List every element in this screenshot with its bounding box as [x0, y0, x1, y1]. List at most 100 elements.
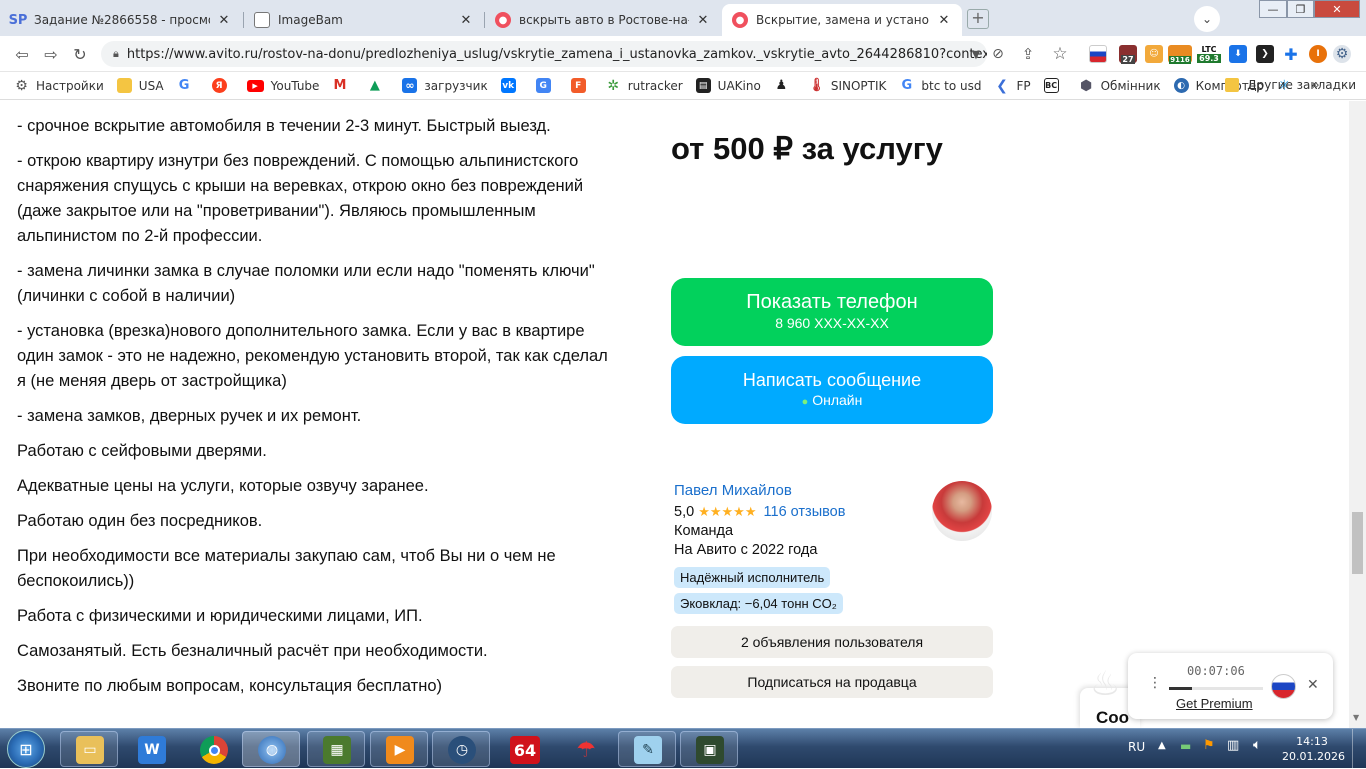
minimize-icon[interactable]: — — [1259, 0, 1287, 18]
ltc-ticker-icon[interactable]: LTC 69.3 — [1197, 45, 1221, 63]
seller-info: Павел Михайлов 5,0 ★★★★★ 116 отзывов Ком… — [674, 481, 845, 560]
taskbar-monitor[interactable]: ▣ — [680, 731, 738, 767]
site-permissions-icon[interactable]: ⊘ — [988, 44, 1008, 64]
scrollbar-thumb[interactable] — [1352, 512, 1363, 574]
tab-close-icon[interactable]: ✕ — [936, 13, 952, 28]
other-bookmarks[interactable]: Другие закладки — [1225, 78, 1356, 92]
reload-icon[interactable]: ↻ — [70, 44, 90, 64]
terminal-extension-icon[interactable]: ❯ — [1256, 45, 1274, 63]
taskbar-app-green[interactable]: ▦ — [307, 731, 365, 767]
tab-close-icon[interactable]: ✕ — [458, 13, 474, 28]
tab-close-icon[interactable]: ✕ — [216, 13, 232, 28]
new-tab-button[interactable]: + — [967, 9, 989, 29]
taskbar-media[interactable]: ▶ — [370, 731, 428, 767]
taskbar-chrome[interactable] — [184, 731, 242, 767]
taskbar-explorer[interactable]: ▭ — [60, 731, 118, 767]
scroll-down-arrow-icon[interactable]: ▼ — [1353, 713, 1359, 722]
start-button-icon[interactable]: ⊞ — [7, 730, 45, 768]
forward-arrow-icon[interactable]: ⇨ — [41, 44, 61, 64]
bookmark-google[interactable]: G — [177, 78, 199, 93]
url-dropdown-icon[interactable]: ▼ — [966, 44, 986, 64]
seller-name[interactable]: Павел Михайлов — [674, 481, 845, 501]
ltc-label: LTC — [1201, 45, 1217, 54]
taskbar-notes[interactable]: ✎ — [618, 731, 676, 767]
bookmark-gmail[interactable]: M — [332, 78, 354, 93]
tab-search-chevron-icon[interactable]: ⌄ — [1194, 6, 1220, 32]
bookmark-yandex[interactable]: Я — [211, 78, 234, 93]
reliable-badge[interactable]: Надёжный исполнитель — [674, 567, 831, 588]
bookmark-fp[interactable]: ❮ FP — [994, 78, 1031, 94]
tab-close-icon[interactable]: ✕ — [695, 13, 711, 28]
extensions-puzzle-icon[interactable]: ✚ — [1282, 45, 1300, 64]
bookmark-uakino[interactable]: ▤ UAKino — [695, 78, 761, 93]
tray-app-icon[interactable]: ▬ — [1180, 739, 1191, 753]
seller-avatar[interactable] — [932, 481, 992, 541]
tab-search[interactable]: ● вскрыть авто в Ростове-на-Дону ✕ — [485, 4, 721, 36]
bookmark-sinoptik[interactable]: 🌡︎ SINOPTIK — [808, 78, 886, 93]
taskbar-umbrella[interactable]: ☂ — [556, 731, 614, 767]
rutracker-icon: ✲ — [607, 77, 620, 94]
play-icon: ▶ — [386, 736, 414, 764]
language-indicator[interactable]: RU — [1128, 740, 1145, 754]
bookmark-btc[interactable]: Gbtc to usd — [899, 78, 982, 93]
tray-flag-icon[interactable]: ⚑ — [1203, 738, 1215, 753]
progress-track[interactable] — [1169, 687, 1263, 690]
bitcoin-icon[interactable]: 9116 — [1168, 45, 1192, 64]
show-phone-button[interactable]: Показать телефон 8 960 XXX-XX-XX — [671, 278, 993, 346]
bookmark-vk[interactable]: vk — [500, 78, 523, 93]
bookmark-bc[interactable]: BC — [1043, 78, 1066, 93]
tab-zadanie[interactable]: SP Задание №2866558 - просмотр з ✕ — [0, 4, 242, 36]
russia-flag-icon[interactable] — [1271, 674, 1296, 699]
bookmark-usa[interactable]: USA — [116, 78, 164, 93]
bookmark-exchanger[interactable]: ⬢ Обмінник — [1079, 78, 1161, 94]
write-message-label: Написать сообщение — [742, 370, 922, 390]
seller-reviews-link[interactable]: 116 отзывов — [764, 504, 846, 520]
russia-flag-icon[interactable] — [1089, 45, 1107, 63]
bookmark-person[interactable]: ♟ — [774, 78, 796, 93]
settings-gear-icon[interactable]: ⚙ — [1333, 45, 1351, 63]
tray-expand-icon[interactable]: ▲ — [1158, 740, 1166, 751]
bookmark-loader[interactable]: ∞ загрузчик — [402, 78, 488, 93]
eco-badge[interactable]: Эковклад: −6,04 тонн CO₂ — [674, 593, 843, 614]
taskbar-clock[interactable]: ◷ — [432, 731, 490, 767]
bookmark-drive[interactable]: ▲ — [367, 78, 389, 93]
price-heading: от 500 ₽ за услугу — [671, 131, 943, 166]
subscribe-seller-button[interactable]: Подписаться на продавца — [671, 666, 993, 698]
write-message-button[interactable]: Написать сообщение ● Онлайн — [671, 356, 993, 424]
tab-imagebam[interactable]: ImageBam ✕ — [244, 4, 484, 36]
system-clock[interactable]: 14:13 20.01.2026 — [1282, 734, 1345, 764]
show-desktop-button[interactable] — [1352, 729, 1366, 769]
back-arrow-icon[interactable]: ⇦ — [12, 44, 32, 64]
chrome-icon — [200, 736, 228, 764]
app-64-icon: 64 — [510, 736, 540, 764]
close-icon[interactable]: ✕ — [1307, 677, 1319, 693]
taskbar-wise[interactable]: W — [122, 731, 180, 767]
tab-avito-active[interactable]: ● Вскрытие, замена и установка за ✕ — [722, 4, 962, 36]
bookmark-youtube[interactable]: ▶ YouTube — [246, 79, 319, 93]
network-icon[interactable]: ▥ — [1227, 738, 1239, 753]
extension-face-icon[interactable]: ☺ — [1145, 45, 1163, 63]
bookmark-label: Обмінник — [1100, 78, 1161, 93]
bookmark-rutracker[interactable]: ✲ rutracker — [606, 77, 682, 94]
profile-avatar[interactable]: I — [1309, 45, 1327, 63]
bookmark-translate[interactable]: G — [535, 78, 558, 93]
extension-badge: 27 — [1121, 54, 1135, 64]
bookmark-settings[interactable]: ⚙ Настройки — [14, 78, 104, 94]
volume-icon[interactable]: 🔈︎ — [1253, 737, 1261, 753]
address-bar[interactable]: 🔒︎ https://www.avito.ru/rostov-na-donu/p… — [101, 41, 987, 67]
maximize-icon[interactable]: ❐ — [1287, 0, 1314, 18]
user-ads-button[interactable]: 2 объявления пользователя — [671, 626, 993, 658]
taskbar-64[interactable]: 64 — [494, 731, 552, 767]
taskbar-browser-active[interactable]: ◍ — [242, 731, 300, 767]
extension-shield-icon[interactable]: 27 — [1119, 45, 1137, 64]
share-icon[interactable]: ⇪ — [1018, 44, 1038, 64]
description-paragraph: Работаю один без посредников. — [17, 512, 263, 530]
get-premium-link[interactable]: Get Premium — [1176, 696, 1253, 711]
umbrella-icon: ☂ — [576, 737, 596, 763]
bookmark-f[interactable]: F — [570, 78, 593, 93]
more-menu-icon[interactable]: ⋮ — [1148, 675, 1162, 691]
download-icon[interactable]: ⬇ — [1229, 45, 1247, 63]
close-window-icon[interactable]: ✕ — [1314, 0, 1360, 18]
bookmark-star-icon[interactable]: ☆ — [1050, 44, 1070, 64]
page-scrollbar[interactable]: ▼ — [1349, 101, 1366, 728]
